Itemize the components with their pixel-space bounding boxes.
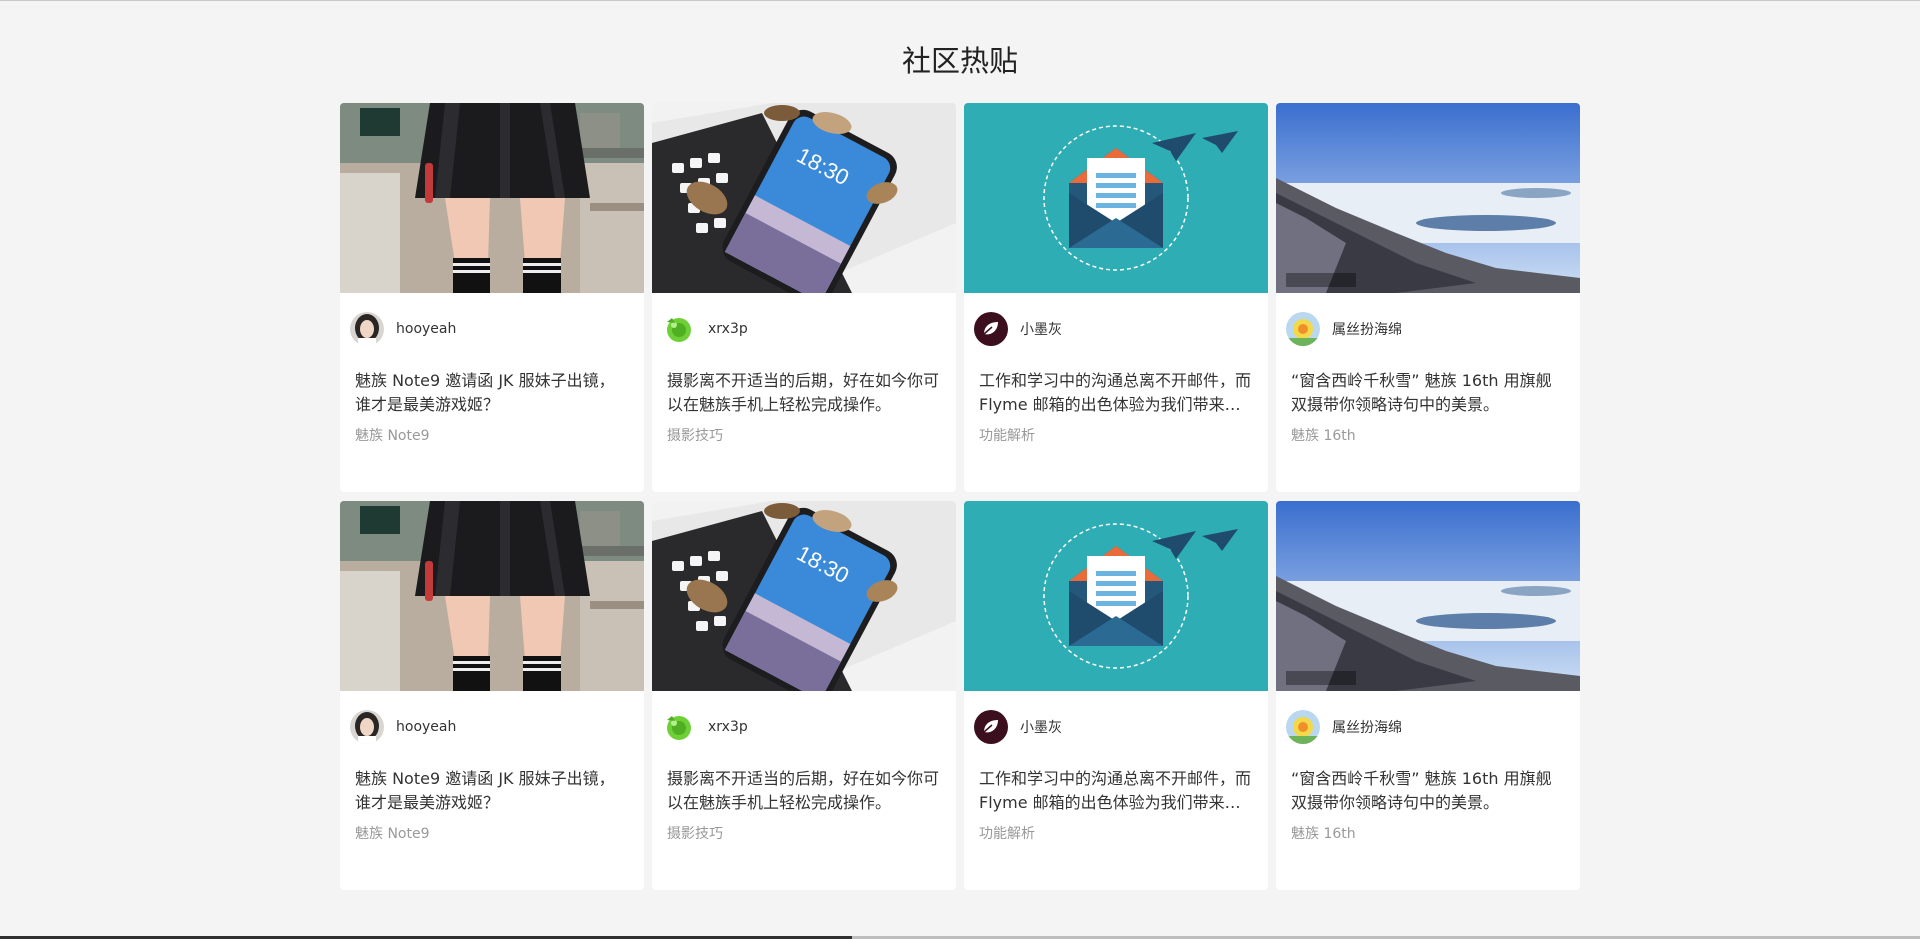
author-name[interactable]: 小墨灰 bbox=[1020, 319, 1062, 339]
avatar-xrx3p bbox=[662, 710, 696, 744]
avatar-hooyeah bbox=[350, 312, 384, 346]
photo-snow-mountain bbox=[1276, 103, 1580, 293]
avatar-xrx3p bbox=[662, 312, 696, 346]
post-tag[interactable]: 摄影技巧 bbox=[667, 426, 941, 446]
author-name[interactable]: hooyeah bbox=[396, 719, 456, 735]
author-avatar[interactable] bbox=[974, 312, 1008, 346]
post-tag[interactable]: 魅族 Note9 bbox=[355, 426, 629, 446]
post-card[interactable]: 属丝扮海绵 “窗含西岭千秋雪” 魅族 16th 用旗舰双摄带你领略诗句中的美景。… bbox=[1276, 103, 1580, 492]
post-grid: hooyeah 魅族 Note9 邀请函 JK 服妹子出镜，谁才是最美游戏姬？ … bbox=[340, 103, 1580, 890]
post-title[interactable]: “窗含西岭千秋雪” 魅族 16th 用旗舰双摄带你领略诗句中的美景。 bbox=[1291, 767, 1565, 815]
post-title[interactable]: 工作和学习中的沟通总离不开邮件，而 Flyme 邮箱的出色体验为我们带来的便利 bbox=[979, 369, 1253, 417]
post-tag[interactable]: 功能解析 bbox=[979, 426, 1253, 446]
photo-girl-uniform bbox=[340, 103, 644, 293]
post-card[interactable]: 属丝扮海绵 “窗含西岭千秋雪” 魅族 16th 用旗舰双摄带你领略诗句中的美景。… bbox=[1276, 501, 1580, 890]
top-border bbox=[0, 0, 1920, 1]
page-title: 社区热贴 bbox=[901, 44, 1018, 78]
photo-phone-keyboard: 18:30 bbox=[652, 103, 956, 293]
post-tag[interactable]: 摄影技巧 bbox=[667, 824, 941, 844]
author-avatar[interactable] bbox=[350, 312, 384, 346]
post-image[interactable] bbox=[1276, 103, 1580, 293]
author-name[interactable]: 属丝扮海绵 bbox=[1332, 319, 1402, 339]
post-image[interactable] bbox=[340, 103, 644, 293]
avatar-shusi bbox=[1286, 312, 1320, 346]
photo-girl-uniform bbox=[340, 501, 644, 691]
photo-snow-mountain bbox=[1276, 501, 1580, 691]
post-author[interactable]: 小墨灰 bbox=[974, 709, 1268, 745]
post-title[interactable]: 摄影离不开适当的后期，好在如今你可以在魅族手机上轻松完成操作。 bbox=[667, 369, 941, 417]
post-image[interactable]: 18:30 bbox=[652, 501, 956, 691]
post-title[interactable]: 魅族 Note9 邀请函 JK 服妹子出镜，谁才是最美游戏姬？ bbox=[355, 369, 629, 417]
post-title[interactable]: 魅族 Note9 邀请函 JK 服妹子出镜，谁才是最美游戏姬？ bbox=[355, 767, 629, 815]
post-card[interactable]: 小墨灰 工作和学习中的沟通总离不开邮件，而 Flyme 邮箱的出色体验为我们带来… bbox=[964, 501, 1268, 890]
post-tag[interactable]: 魅族 16th bbox=[1291, 426, 1565, 446]
author-avatar[interactable] bbox=[662, 312, 696, 346]
post-image[interactable] bbox=[964, 501, 1268, 691]
post-title[interactable]: 摄影离不开适当的后期，好在如今你可以在魅族手机上轻松完成操作。 bbox=[667, 767, 941, 815]
post-tag[interactable]: 魅族 Note9 bbox=[355, 824, 629, 844]
author-name[interactable]: 属丝扮海绵 bbox=[1332, 717, 1402, 737]
post-tag[interactable]: 功能解析 bbox=[979, 824, 1253, 844]
post-author[interactable]: xrx3p bbox=[662, 709, 956, 745]
post-author[interactable]: 小墨灰 bbox=[974, 311, 1268, 347]
post-author[interactable]: xrx3p bbox=[662, 311, 956, 347]
post-title[interactable]: “窗含西岭千秋雪” 魅族 16th 用旗舰双摄带你领略诗句中的美景。 bbox=[1291, 369, 1565, 417]
post-image[interactable] bbox=[1276, 501, 1580, 691]
post-card[interactable]: 18:30 xrx3p 摄影离不开适当的后期，好在如今你可以在魅族手机上轻松完成… bbox=[652, 103, 956, 492]
post-card[interactable]: hooyeah 魅族 Note9 邀请函 JK 服妹子出镜，谁才是最美游戏姬？ … bbox=[340, 103, 644, 492]
avatar-hooyeah bbox=[350, 710, 384, 744]
post-author[interactable]: 属丝扮海绵 bbox=[1286, 709, 1580, 745]
author-name[interactable]: xrx3p bbox=[708, 321, 748, 337]
author-avatar[interactable] bbox=[662, 710, 696, 744]
post-tag[interactable]: 魅族 16th bbox=[1291, 824, 1565, 844]
post-image[interactable]: 18:30 bbox=[652, 103, 956, 293]
post-image[interactable] bbox=[964, 103, 1268, 293]
author-avatar[interactable] bbox=[1286, 710, 1320, 744]
author-name[interactable]: hooyeah bbox=[396, 321, 456, 337]
post-author[interactable]: hooyeah bbox=[350, 709, 644, 745]
illustration-mail-envelope bbox=[964, 501, 1268, 691]
avatar-xiaomohui bbox=[974, 710, 1008, 744]
post-author[interactable]: 属丝扮海绵 bbox=[1286, 311, 1580, 347]
post-card[interactable]: 小墨灰 工作和学习中的沟通总离不开邮件，而 Flyme 邮箱的出色体验为我们带来… bbox=[964, 103, 1268, 492]
author-avatar[interactable] bbox=[350, 710, 384, 744]
post-title[interactable]: 工作和学习中的沟通总离不开邮件，而 Flyme 邮箱的出色体验为我们带来的便利 bbox=[979, 767, 1253, 815]
photo-phone-keyboard: 18:30 bbox=[652, 501, 956, 691]
author-name[interactable]: xrx3p bbox=[708, 719, 748, 735]
illustration-mail-envelope bbox=[964, 103, 1268, 293]
post-card[interactable]: 18:30 xrx3p 摄影离不开适当的后期，好在如今你可以在魅族手机上轻松完成… bbox=[652, 501, 956, 890]
post-card[interactable]: hooyeah 魅族 Note9 邀请函 JK 服妹子出镜，谁才是最美游戏姬？ … bbox=[340, 501, 644, 890]
avatar-shusi bbox=[1286, 710, 1320, 744]
post-image[interactable] bbox=[340, 501, 644, 691]
author-avatar[interactable] bbox=[974, 710, 1008, 744]
post-author[interactable]: hooyeah bbox=[350, 311, 644, 347]
author-name[interactable]: 小墨灰 bbox=[1020, 717, 1062, 737]
author-avatar[interactable] bbox=[1286, 312, 1320, 346]
avatar-xiaomohui bbox=[974, 312, 1008, 346]
